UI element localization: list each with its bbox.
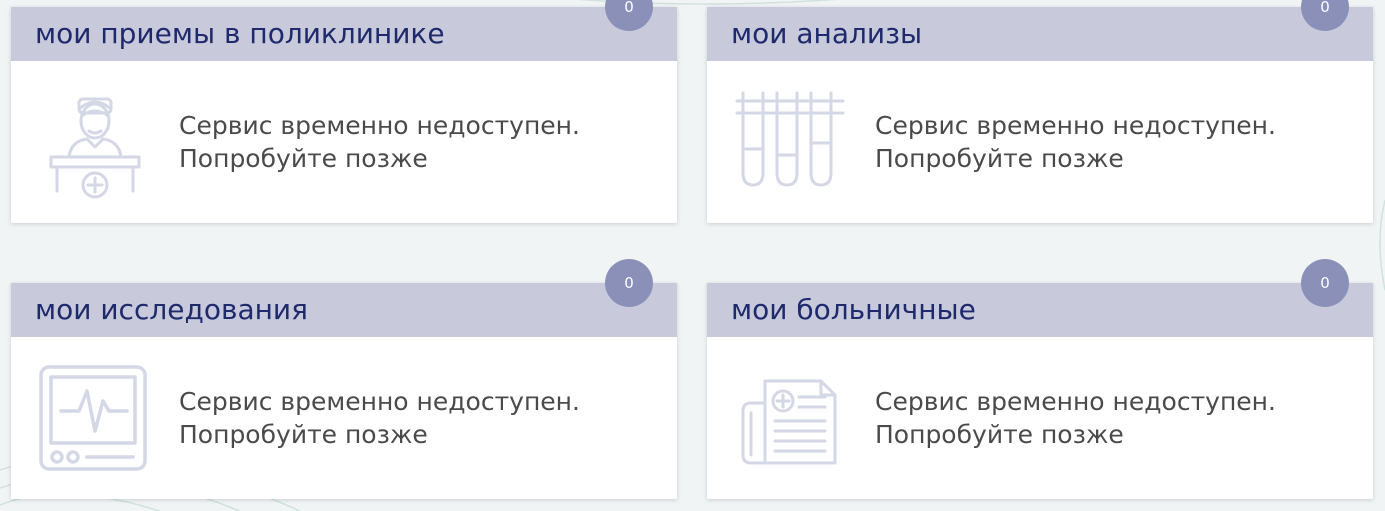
status-message-line2: Попробуйте позже	[179, 144, 428, 173]
card-title: мои исследования	[35, 293, 308, 326]
status-message-line1: Сервис временно недоступен.	[875, 387, 1276, 416]
research-card[interactable]: мои исследования 0 Сервис временно недос…	[11, 259, 677, 499]
card-header: мои больничные 0	[707, 259, 1373, 337]
doctor-icon	[49, 97, 141, 199]
card-header: мои анализы 0	[707, 0, 1373, 61]
count-badge[interactable]: 0	[1301, 0, 1349, 31]
appointments-card[interactable]: мои приемы в поликлинике 0 Сервис времен…	[11, 0, 677, 223]
status-message: Сервис временно недоступен. Попробуйте п…	[179, 109, 580, 175]
tests-card[interactable]: мои анализы 0 Сервис временно недоступен…	[707, 0, 1373, 223]
card-body: Сервис временно недоступен. Попробуйте п…	[707, 61, 1373, 223]
count-badge[interactable]: 0	[605, 0, 653, 31]
heart-monitor-icon	[39, 365, 147, 471]
status-message: Сервис временно недоступен. Попробуйте п…	[875, 109, 1276, 175]
medical-document-icon	[741, 379, 837, 465]
card-title: мои приемы в поликлинике	[35, 17, 445, 50]
status-message-line1: Сервис временно недоступен.	[179, 387, 580, 416]
status-message-line1: Сервис временно недоступен.	[875, 111, 1276, 140]
status-message-line2: Попробуйте позже	[875, 144, 1124, 173]
count-badge[interactable]: 0	[1301, 259, 1349, 307]
card-header: мои приемы в поликлинике 0	[11, 0, 677, 61]
test-tubes-icon	[735, 91, 845, 187]
status-message: Сервис временно недоступен. Попробуйте п…	[875, 385, 1276, 451]
sick-leave-card[interactable]: мои больничные 0 Сервис временно недосту…	[707, 259, 1373, 499]
card-body: Сервис временно недоступен. Попробуйте п…	[11, 61, 677, 223]
dashboard-page: мои приемы в поликлинике 0 Сервис времен…	[0, 0, 1385, 511]
card-body: Сервис временно недоступен. Попробуйте п…	[707, 337, 1373, 499]
status-message-line2: Попробуйте позже	[179, 420, 428, 449]
card-title: мои анализы	[731, 17, 923, 50]
card-title: мои больничные	[731, 293, 976, 326]
count-badge[interactable]: 0	[605, 259, 653, 307]
status-message-line1: Сервис временно недоступен.	[179, 111, 580, 140]
status-message: Сервис временно недоступен. Попробуйте п…	[179, 385, 580, 451]
card-header: мои исследования 0	[11, 259, 677, 337]
status-message-line2: Попробуйте позже	[875, 420, 1124, 449]
card-body: Сервис временно недоступен. Попробуйте п…	[11, 337, 677, 499]
